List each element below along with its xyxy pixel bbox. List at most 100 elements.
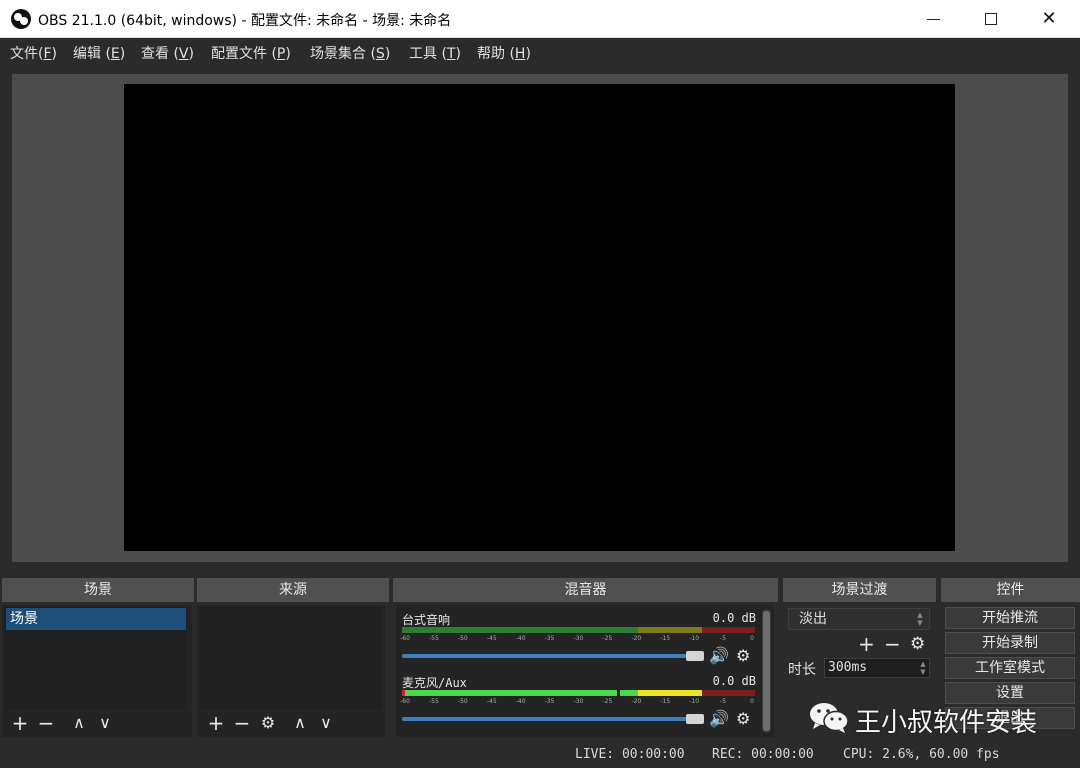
settings-button[interactable]: 设置 bbox=[945, 682, 1075, 704]
meter-tick-label: -55 bbox=[429, 635, 439, 642]
mute-speaker-icon[interactable]: 🔊 bbox=[709, 648, 729, 664]
move-scene-down-button[interactable]: ∨ bbox=[95, 712, 115, 734]
meter-tick-label: -20 bbox=[631, 698, 642, 705]
meter-tick-label: -5 bbox=[720, 698, 727, 705]
volume-meter-red bbox=[702, 690, 755, 696]
rec-timer: REC: 00:00:00 bbox=[712, 747, 814, 762]
meter-tick-label: 0 bbox=[750, 698, 754, 705]
duration-label: 时长 bbox=[788, 662, 816, 678]
track-settings-gear-icon[interactable]: ⚙ bbox=[736, 648, 750, 664]
menu-help[interactable]: 帮助 (H) bbox=[477, 43, 531, 63]
track-db-mic-aux: 0.0 dB bbox=[712, 674, 756, 688]
move-source-up-button[interactable]: ∧ bbox=[290, 712, 310, 734]
scenes-dock-header: 场景 bbox=[2, 578, 194, 602]
menu-bar: 文件(F) 编辑 (E) 查看 (V) 配置文件 (P) 场景集合 (S) 工具… bbox=[0, 38, 1080, 66]
wechat-logo-icon bbox=[810, 703, 849, 733]
meter-tick-label: -25 bbox=[602, 698, 613, 705]
select-spin-icon: ▲ ▼ bbox=[917, 611, 923, 627]
move-source-down-button[interactable]: ∨ bbox=[316, 712, 336, 734]
move-scene-up-button[interactable]: ∧ bbox=[69, 712, 89, 734]
track-settings-gear-icon[interactable]: ⚙ bbox=[736, 711, 750, 727]
scene-list[interactable]: 场景 bbox=[4, 606, 187, 710]
meter-tick-label: -60 bbox=[400, 698, 410, 705]
watermark-text: 王小叔软件安装 bbox=[855, 708, 1038, 738]
meter-tick-label: -50 bbox=[457, 635, 468, 642]
meter-tick-label: -45 bbox=[486, 635, 497, 642]
meter-ticks: -60 -55 -50 -45 -40 -35 -30 -25 -20 -15 -10 -5 0 bbox=[400, 698, 755, 708]
menu-profile[interactable]: 配置文件 (P) bbox=[211, 43, 291, 63]
menu-scene-collection[interactable]: 场景集合 (S) bbox=[310, 43, 390, 63]
meter-tick-label: -55 bbox=[429, 698, 439, 705]
title-bar: OBS 21.1.0 (64bit, windows) - 配置文件: 未命名 … bbox=[0, 0, 1080, 38]
preview-canvas[interactable] bbox=[124, 84, 955, 551]
meter-tick-label: 0 bbox=[750, 635, 754, 642]
track-db-desktop-audio: 0.0 dB bbox=[712, 611, 756, 625]
meter-tick-label: -45 bbox=[486, 698, 497, 705]
live-timer: LIVE: 00:00:00 bbox=[575, 747, 685, 762]
volume-meter-active-yellow bbox=[638, 690, 702, 696]
meter-tick-label: -30 bbox=[573, 698, 584, 705]
cpu-fps-status: CPU: 2.6%, 60.00 fps bbox=[843, 747, 1000, 762]
meter-tick-label: -15 bbox=[660, 635, 671, 642]
menu-file[interactable]: 文件(F) bbox=[10, 43, 57, 63]
meter-ticks: -60 -55 -50 -45 -40 -35 -30 -25 -20 -15 -10 -5 0 bbox=[400, 635, 755, 645]
meter-tick-label: -10 bbox=[689, 635, 700, 642]
clip-indicator bbox=[402, 690, 405, 696]
maximize-button[interactable] bbox=[962, 0, 1020, 38]
start-streaming-button[interactable]: 开始推流 bbox=[945, 607, 1075, 629]
close-button[interactable]: ✕ bbox=[1020, 0, 1078, 38]
studio-mode-button[interactable]: 工作室模式 bbox=[945, 657, 1075, 679]
start-recording-button[interactable]: 开始录制 bbox=[945, 632, 1075, 654]
menu-view[interactable]: 查看 (V) bbox=[141, 43, 194, 63]
menu-tools[interactable]: 工具 (T) bbox=[409, 43, 461, 63]
window-title: OBS 21.1.0 (64bit, windows) - 配置文件: 未命名 … bbox=[38, 13, 452, 29]
volume-meter-yellow bbox=[638, 627, 702, 633]
minimize-icon bbox=[926, 18, 940, 20]
track-name-mic-aux: 麦克风/Aux bbox=[402, 676, 467, 690]
volume-slider-desktop-audio[interactable] bbox=[402, 654, 688, 658]
meter-tick-label: -40 bbox=[515, 698, 526, 705]
meter-tick-label: -35 bbox=[544, 698, 555, 705]
mixer-scrollbar[interactable] bbox=[762, 609, 771, 733]
volume-slider-thumb[interactable] bbox=[686, 714, 704, 724]
volume-meter-active-green bbox=[620, 690, 638, 696]
meter-tick-label: -20 bbox=[631, 635, 642, 642]
source-properties-gear-icon[interactable]: ⚙ bbox=[258, 712, 278, 734]
meter-tick-label: -60 bbox=[400, 635, 410, 642]
remove-source-button[interactable]: − bbox=[232, 712, 252, 734]
volume-slider-thumb[interactable] bbox=[686, 651, 704, 661]
volume-meter-green bbox=[402, 627, 638, 633]
minimize-button[interactable] bbox=[904, 0, 962, 38]
meter-tick-label: -5 bbox=[720, 635, 727, 642]
menu-edit[interactable]: 编辑 (E) bbox=[73, 43, 125, 63]
track-name-desktop-audio: 台式音响 bbox=[402, 613, 451, 627]
controls-dock-header: 控件 bbox=[941, 578, 1080, 602]
duration-input[interactable]: 300ms bbox=[824, 658, 930, 678]
remove-transition-button[interactable]: − bbox=[884, 634, 901, 654]
sources-dock-header: 来源 bbox=[197, 578, 389, 602]
source-list[interactable] bbox=[200, 606, 382, 710]
transition-selected-value: 淡出 bbox=[799, 611, 827, 627]
add-scene-button[interactable]: + bbox=[10, 712, 30, 734]
meter-tick-label: -30 bbox=[573, 635, 584, 642]
duration-value: 300ms bbox=[828, 660, 868, 675]
transition-select[interactable]: 淡出 ▲ ▼ bbox=[788, 608, 930, 630]
preview-area bbox=[12, 74, 1068, 562]
volume-slider-mic-aux[interactable] bbox=[402, 717, 688, 721]
add-transition-button[interactable]: + bbox=[858, 634, 875, 654]
obs-logo-icon bbox=[11, 9, 31, 29]
mute-speaker-icon[interactable]: 🔊 bbox=[709, 711, 729, 727]
transitions-dock-header: 场景过渡 bbox=[783, 578, 936, 602]
duration-spin-icon[interactable]: ▲ ▼ bbox=[916, 660, 930, 676]
meter-tick-label: -50 bbox=[457, 698, 468, 705]
meter-tick-label: -25 bbox=[602, 635, 613, 642]
remove-scene-button[interactable]: − bbox=[36, 712, 56, 734]
scene-list-item[interactable]: 场景 bbox=[6, 608, 186, 630]
volume-meter-active-green bbox=[405, 690, 617, 696]
close-icon: ✕ bbox=[1041, 8, 1057, 29]
meter-tick-label: -40 bbox=[515, 635, 526, 642]
transition-properties-gear-icon[interactable]: ⚙ bbox=[910, 634, 925, 654]
volume-meter-red bbox=[702, 627, 755, 633]
mixer-dock-header: 混音器 bbox=[393, 578, 778, 602]
add-source-button[interactable]: + bbox=[206, 712, 226, 734]
